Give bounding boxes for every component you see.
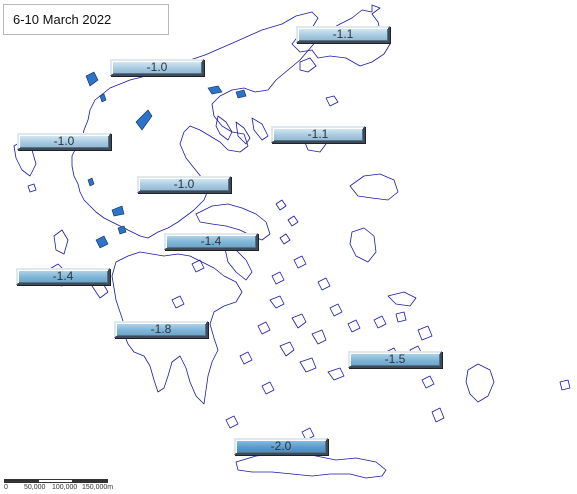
scale-label-50000: 50,000 (24, 484, 46, 491)
value-label-peloponnese: -1.8 (114, 321, 208, 338)
value-label-south: -2.0 (234, 438, 328, 455)
value-label-northeast: -1.1 (296, 26, 390, 43)
value-label-central: -1.0 (137, 176, 231, 193)
value-label-southwest: -1.4 (16, 268, 110, 285)
scale-label-150000: 150,000m (82, 484, 114, 491)
value-label-west: -1.0 (17, 133, 111, 150)
map-title: 6-10 March 2022 (3, 4, 169, 35)
value-label-southeast: -1.5 (348, 351, 442, 368)
greece-map (13, 4, 571, 479)
value-label-north-central: -1.1 (271, 126, 365, 143)
scale-bar-graphic (4, 479, 108, 483)
scale-bar: 0 50,000 100,000 150,000m (4, 479, 114, 494)
value-label-northwest: -1.0 (110, 59, 204, 76)
scale-label-0: 0 (4, 484, 8, 491)
water-bodies (85, 71, 247, 249)
value-label-east-central: -1.4 (164, 233, 258, 250)
scale-label-100000: 100,000 (52, 484, 78, 491)
